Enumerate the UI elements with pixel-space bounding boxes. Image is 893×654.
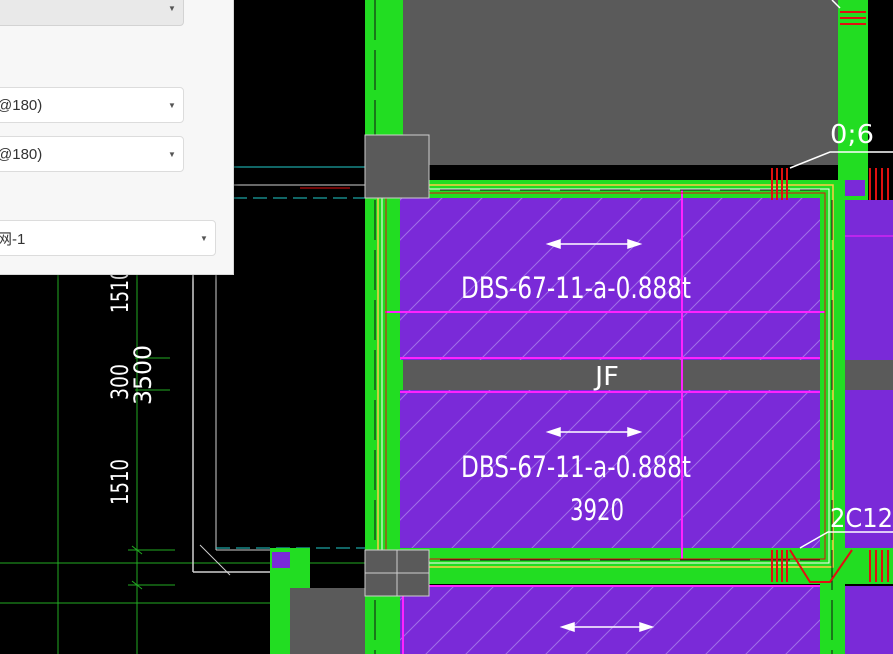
properties-panel: ▼ @180) ▼ @180) ▼ 网-1 ▼ — [0, 0, 234, 275]
rebar-select-1-value: @180) — [0, 96, 43, 114]
chevron-down-icon[interactable]: ▼ — [161, 150, 183, 159]
gray-slab-top — [403, 0, 838, 165]
column-top-left — [364, 134, 430, 199]
dim-1510-bottom: 1510 — [106, 459, 134, 505]
chevron-down-icon[interactable]: ▼ — [161, 101, 183, 110]
rebar-select-2[interactable]: @180) ▼ — [0, 136, 184, 172]
slab-label-bottom: DBS-67-11-a-0.888t — [461, 450, 691, 484]
rebar-label-top: 0;6 — [830, 120, 874, 150]
chevron-down-icon[interactable]: ▼ — [193, 234, 215, 243]
rebar-select-2-value: @180) — [0, 145, 43, 163]
rebar-select-1[interactable]: @180) ▼ — [0, 87, 184, 123]
chevron-down-icon: ▼ — [168, 3, 176, 13]
rebar-label-right: 2C12 — [830, 504, 893, 534]
slab-label-top: DBS-67-11-a-0.888t — [461, 271, 691, 305]
disabled-select: ▼ — [0, 0, 184, 26]
span-label: 3920 — [570, 493, 624, 527]
dim-3500: 3500 — [129, 345, 157, 405]
gray-slab-bottom-left — [290, 588, 365, 654]
grid-select[interactable]: 网-1 ▼ — [0, 220, 216, 256]
small-purple-marker-left — [272, 552, 290, 568]
small-purple-marker — [845, 180, 865, 196]
gray-band-right — [845, 360, 893, 390]
grid-select-value: 网-1 — [0, 230, 26, 248]
dim-1510-top: 1510 — [106, 269, 134, 313]
joint-label: JF — [593, 362, 619, 392]
